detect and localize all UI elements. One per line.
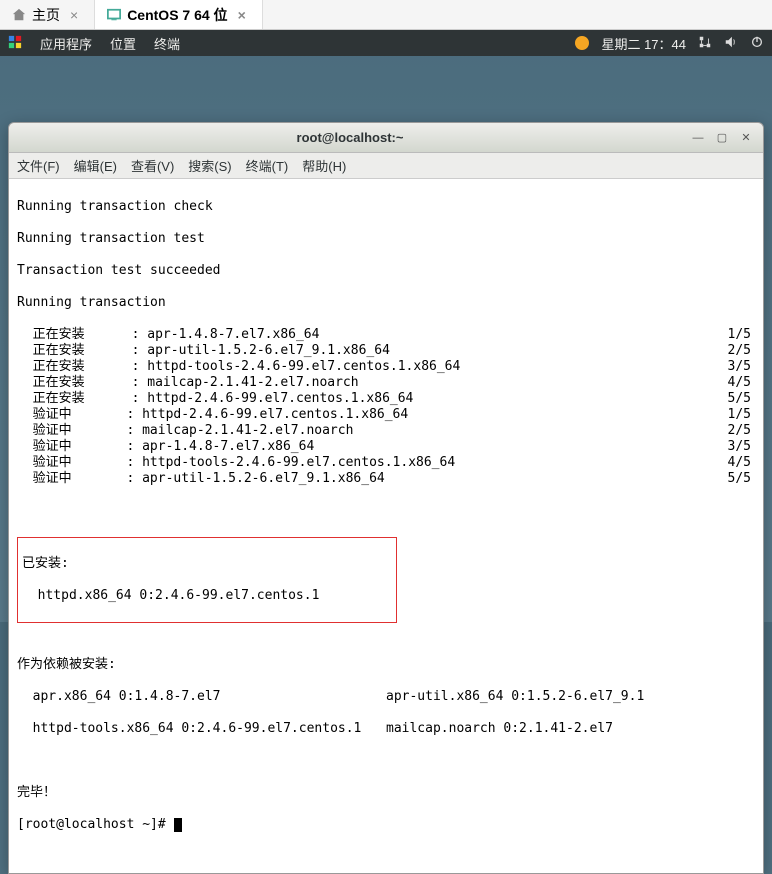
transaction-line: 正在安装 : mailcap-2.1.41-2.el7.noarch4/5	[17, 375, 755, 391]
transaction-line: 正在安装 : httpd-tools-2.4.6-99.el7.centos.1…	[17, 359, 755, 375]
output-line: Running transaction	[17, 295, 755, 311]
installed-header: 已安装:	[22, 556, 392, 572]
transaction-line: 验证中 : httpd-2.4.6-99.el7.centos.1.x86_64…	[17, 407, 755, 423]
menu-edit[interactable]: 编辑(E)	[74, 156, 117, 175]
input-method-icon[interactable]	[575, 36, 589, 50]
menu-terminal[interactable]: 终端	[154, 34, 180, 53]
tab-home-label: 主页	[32, 5, 60, 25]
activities-icon	[8, 35, 22, 52]
menu-help[interactable]: 帮助(H)	[302, 156, 346, 175]
vmware-tab-bar: 主页 × CentOS 7 64 位 ×	[0, 0, 772, 30]
prompt-line: [root@localhost ~]#	[17, 817, 755, 833]
tab-centos[interactable]: CentOS 7 64 位 ×	[95, 0, 263, 29]
transaction-line: 正在安装 : apr-util-1.5.2-6.el7_9.1.x86_642/…	[17, 343, 755, 359]
transaction-line: 验证中 : httpd-tools-2.4.6-99.el7.centos.1.…	[17, 455, 755, 471]
network-icon[interactable]	[698, 35, 712, 52]
title-bar[interactable]: root@localhost:~ — ▢ ✕	[9, 123, 763, 153]
close-icon[interactable]: ×	[234, 7, 250, 23]
deps-header: 作为依赖被安装:	[17, 657, 755, 673]
installed-package: httpd.x86_64 0:2.4.6-99.el7.centos.1	[22, 588, 392, 604]
menu-bar: 文件(F) 编辑(E) 查看(V) 搜索(S) 终端(T) 帮助(H)	[9, 153, 763, 179]
menu-view[interactable]: 查看(V)	[131, 156, 174, 175]
window-title: root@localhost:~	[17, 130, 683, 145]
cursor	[174, 818, 182, 832]
installed-highlight: 已安装: httpd.x86_64 0:2.4.6-99.el7.centos.…	[17, 537, 397, 623]
output-line: Running transaction test	[17, 231, 755, 247]
terminal-output[interactable]: Running transaction check Running transa…	[9, 179, 763, 873]
datetime-label[interactable]: 星期二 17：44	[601, 34, 686, 53]
tab-home[interactable]: 主页 ×	[0, 0, 95, 29]
transaction-line: 正在安装 : apr-1.4.8-7.el7.x86_641/5	[17, 327, 755, 343]
power-icon[interactable]	[750, 35, 764, 52]
transaction-line: 验证中 : mailcap-2.1.41-2.el7.noarch2/5	[17, 423, 755, 439]
transaction-line: 正在安装 : httpd-2.4.6-99.el7.centos.1.x86_6…	[17, 391, 755, 407]
menu-file[interactable]: 文件(F)	[17, 156, 60, 175]
output-line: Transaction test succeeded	[17, 263, 755, 279]
gnome-top-bar: 应用程序 位置 终端 星期二 17：44	[0, 30, 772, 56]
dep-package: httpd-tools.x86_64 0:2.4.6-99.el7.centos…	[17, 721, 386, 737]
volume-icon[interactable]	[724, 35, 738, 52]
menu-terminal-m[interactable]: 终端(T)	[246, 156, 289, 175]
dep-package: mailcap.noarch 0:2.1.41-2.el7	[386, 721, 755, 737]
maximize-button[interactable]: ▢	[713, 129, 731, 147]
dep-package: apr.x86_64 0:1.4.8-7.el7	[17, 689, 386, 705]
menu-applications[interactable]: 应用程序	[40, 34, 92, 53]
menu-search[interactable]: 搜索(S)	[188, 156, 231, 175]
dep-package: apr-util.x86_64 0:1.5.2-6.el7_9.1	[386, 689, 755, 705]
transaction-line: 验证中 : apr-1.4.8-7.el7.x86_643/5	[17, 439, 755, 455]
terminal-window: root@localhost:~ — ▢ ✕ 文件(F) 编辑(E) 查看(V)…	[8, 122, 764, 874]
done-line: 完毕！	[17, 785, 755, 801]
home-icon	[12, 8, 26, 22]
minimize-button[interactable]: —	[689, 129, 707, 147]
tab-centos-label: CentOS 7 64 位	[127, 5, 227, 25]
vm-icon	[107, 8, 121, 22]
close-icon[interactable]: ×	[66, 7, 82, 23]
close-button[interactable]: ✕	[737, 129, 755, 147]
transaction-line: 验证中 : apr-util-1.5.2-6.el7_9.1.x86_645/5	[17, 471, 755, 487]
menu-places[interactable]: 位置	[110, 34, 136, 53]
output-line: Running transaction check	[17, 199, 755, 215]
